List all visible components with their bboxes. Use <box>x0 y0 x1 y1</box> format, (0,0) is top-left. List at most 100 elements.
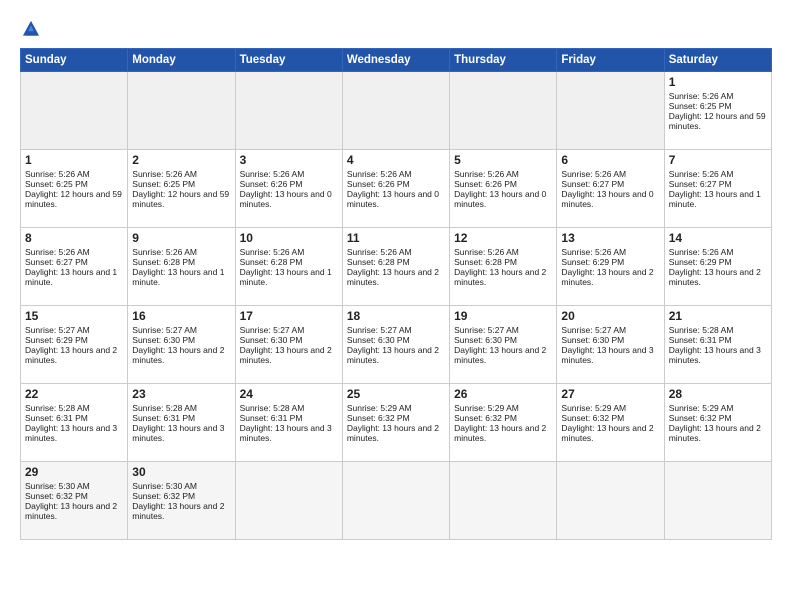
sunrise: Sunrise: 5:26 AM <box>25 169 123 179</box>
day-number: 4 <box>347 153 445 167</box>
calendar-cell: 4Sunrise: 5:26 AMSunset: 6:26 PMDaylight… <box>342 150 449 228</box>
sunset: Sunset: 6:30 PM <box>454 335 552 345</box>
header-day: Friday <box>557 49 664 72</box>
day-number: 3 <box>240 153 338 167</box>
daylight: Daylight: 13 hours and 3 minutes. <box>561 345 659 365</box>
daylight: Daylight: 13 hours and 2 minutes. <box>454 267 552 287</box>
daylight: Daylight: 13 hours and 1 minute. <box>669 189 767 209</box>
header-day: Monday <box>128 49 235 72</box>
header-day: Saturday <box>664 49 771 72</box>
sunrise: Sunrise: 5:29 AM <box>561 403 659 413</box>
calendar-cell: 1Sunrise: 5:26 AMSunset: 6:25 PMDaylight… <box>21 150 128 228</box>
sunset: Sunset: 6:31 PM <box>240 413 338 423</box>
sunrise: Sunrise: 5:29 AM <box>347 403 445 413</box>
day-number: 14 <box>669 231 767 245</box>
calendar-cell: 24Sunrise: 5:28 AMSunset: 6:31 PMDayligh… <box>235 384 342 462</box>
daylight: Daylight: 13 hours and 2 minutes. <box>25 345 123 365</box>
sunset: Sunset: 6:25 PM <box>669 101 767 111</box>
day-number: 30 <box>132 465 230 479</box>
daylight: Daylight: 12 hours and 59 minutes. <box>669 111 767 131</box>
daylight: Daylight: 13 hours and 3 minutes. <box>25 423 123 443</box>
logo <box>20 18 46 40</box>
day-number: 2 <box>132 153 230 167</box>
calendar-body: 1Sunrise: 5:26 AMSunset: 6:25 PMDaylight… <box>21 72 772 540</box>
header-day: Wednesday <box>342 49 449 72</box>
calendar-cell: 17Sunrise: 5:27 AMSunset: 6:30 PMDayligh… <box>235 306 342 384</box>
sunrise: Sunrise: 5:28 AM <box>240 403 338 413</box>
sunrise: Sunrise: 5:26 AM <box>25 247 123 257</box>
sunset: Sunset: 6:25 PM <box>132 179 230 189</box>
sunset: Sunset: 6:28 PM <box>240 257 338 267</box>
day-number: 10 <box>240 231 338 245</box>
calendar-week-row: 1Sunrise: 5:26 AMSunset: 6:25 PMDaylight… <box>21 72 772 150</box>
calendar-week-row: 8Sunrise: 5:26 AMSunset: 6:27 PMDaylight… <box>21 228 772 306</box>
calendar-cell: 23Sunrise: 5:28 AMSunset: 6:31 PMDayligh… <box>128 384 235 462</box>
sunset: Sunset: 6:30 PM <box>561 335 659 345</box>
sunset: Sunset: 6:32 PM <box>669 413 767 423</box>
day-number: 13 <box>561 231 659 245</box>
calendar-cell <box>664 462 771 540</box>
day-number: 7 <box>669 153 767 167</box>
calendar-page: SundayMondayTuesdayWednesdayThursdayFrid… <box>0 0 792 612</box>
sunrise: Sunrise: 5:30 AM <box>132 481 230 491</box>
calendar-table: SundayMondayTuesdayWednesdayThursdayFrid… <box>20 48 772 540</box>
sunrise: Sunrise: 5:27 AM <box>132 325 230 335</box>
calendar-cell: 7Sunrise: 5:26 AMSunset: 6:27 PMDaylight… <box>664 150 771 228</box>
daylight: Daylight: 13 hours and 2 minutes. <box>347 423 445 443</box>
sunset: Sunset: 6:32 PM <box>561 413 659 423</box>
calendar-cell: 20Sunrise: 5:27 AMSunset: 6:30 PMDayligh… <box>557 306 664 384</box>
header <box>20 18 772 40</box>
calendar-cell: 12Sunrise: 5:26 AMSunset: 6:28 PMDayligh… <box>450 228 557 306</box>
sunrise: Sunrise: 5:26 AM <box>669 247 767 257</box>
sunrise: Sunrise: 5:27 AM <box>25 325 123 335</box>
calendar-cell: 5Sunrise: 5:26 AMSunset: 6:26 PMDaylight… <box>450 150 557 228</box>
calendar-cell <box>557 72 664 150</box>
daylight: Daylight: 13 hours and 1 minute. <box>25 267 123 287</box>
day-number: 17 <box>240 309 338 323</box>
calendar-cell: 6Sunrise: 5:26 AMSunset: 6:27 PMDaylight… <box>557 150 664 228</box>
sunset: Sunset: 6:27 PM <box>25 257 123 267</box>
daylight: Daylight: 13 hours and 1 minute. <box>132 267 230 287</box>
logo-icon <box>20 18 42 40</box>
header-day: Thursday <box>450 49 557 72</box>
day-number: 8 <box>25 231 123 245</box>
calendar-header: SundayMondayTuesdayWednesdayThursdayFrid… <box>21 49 772 72</box>
daylight: Daylight: 13 hours and 2 minutes. <box>240 345 338 365</box>
day-number: 15 <box>25 309 123 323</box>
sunset: Sunset: 6:26 PM <box>240 179 338 189</box>
daylight: Daylight: 13 hours and 2 minutes. <box>132 501 230 521</box>
sunset: Sunset: 6:28 PM <box>132 257 230 267</box>
sunset: Sunset: 6:31 PM <box>669 335 767 345</box>
calendar-cell: 3Sunrise: 5:26 AMSunset: 6:26 PMDaylight… <box>235 150 342 228</box>
calendar-cell <box>235 462 342 540</box>
calendar-week-row: 29Sunrise: 5:30 AMSunset: 6:32 PMDayligh… <box>21 462 772 540</box>
day-number: 29 <box>25 465 123 479</box>
day-number: 25 <box>347 387 445 401</box>
sunset: Sunset: 6:27 PM <box>669 179 767 189</box>
sunrise: Sunrise: 5:26 AM <box>132 247 230 257</box>
sunrise: Sunrise: 5:28 AM <box>25 403 123 413</box>
day-number: 6 <box>561 153 659 167</box>
calendar-cell <box>128 72 235 150</box>
sunset: Sunset: 6:28 PM <box>454 257 552 267</box>
day-number: 16 <box>132 309 230 323</box>
calendar-cell: 8 Sunrise: 5:26 AMSunset: 6:27 PMDaylight… <box>21 228 128 306</box>
day-number: 22 <box>25 387 123 401</box>
header-day: Sunday <box>21 49 128 72</box>
day-number: 26 <box>454 387 552 401</box>
calendar-week-row: 15Sunrise: 5:27 AMSunset: 6:29 PMDayligh… <box>21 306 772 384</box>
calendar-cell: 2Sunrise: 5:26 AMSunset: 6:25 PMDaylight… <box>128 150 235 228</box>
day-number: 1 <box>669 75 767 89</box>
calendar-cell: 10Sunrise: 5:26 AMSunset: 6:28 PMDayligh… <box>235 228 342 306</box>
sunrise: Sunrise: 5:26 AM <box>454 169 552 179</box>
daylight: Daylight: 13 hours and 0 minutes. <box>240 189 338 209</box>
daylight: Daylight: 13 hours and 2 minutes. <box>347 345 445 365</box>
day-number: 19 <box>454 309 552 323</box>
calendar-cell: 11Sunrise: 5:26 AMSunset: 6:28 PMDayligh… <box>342 228 449 306</box>
sunrise: Sunrise: 5:28 AM <box>669 325 767 335</box>
sunrise: Sunrise: 5:26 AM <box>454 247 552 257</box>
calendar-cell: 13Sunrise: 5:26 AMSunset: 6:29 PMDayligh… <box>557 228 664 306</box>
sunset: Sunset: 6:28 PM <box>347 257 445 267</box>
daylight: Daylight: 13 hours and 2 minutes. <box>454 345 552 365</box>
sunset: Sunset: 6:32 PM <box>347 413 445 423</box>
